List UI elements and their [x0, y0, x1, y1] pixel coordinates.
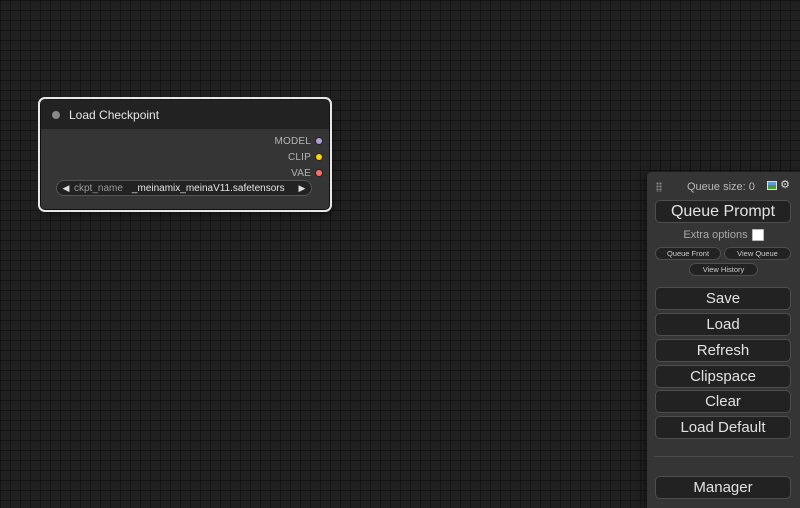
- side-menu: Queue size: 0 ⚙ Queue Prompt Extra optio…: [647, 172, 800, 508]
- extra-options-row: Extra options: [647, 229, 800, 241]
- output-model-label: MODEL: [274, 135, 311, 147]
- menu-divider: [654, 456, 793, 457]
- ckpt-name-combo[interactable]: ◀ ckpt_name _meinamix_meinaV11.safetenso…: [56, 180, 312, 196]
- view-history-button[interactable]: View History: [689, 263, 758, 276]
- save-button[interactable]: Save: [655, 287, 791, 310]
- refresh-button[interactable]: Refresh: [655, 339, 791, 362]
- view-queue-button[interactable]: View Queue: [724, 247, 791, 260]
- output-model-slot[interactable]: [316, 138, 322, 144]
- load-button[interactable]: Load: [655, 313, 791, 336]
- collapse-dot-icon[interactable]: [52, 110, 60, 119]
- output-vae-slot[interactable]: [316, 170, 322, 176]
- clipspace-button[interactable]: Clipspace: [655, 365, 791, 388]
- combo-label: ckpt_name: [74, 182, 123, 194]
- clear-button[interactable]: Clear: [655, 390, 791, 413]
- load-checkpoint-node[interactable]: Load Checkpoint MODEL CLIP VAE ◀ ckpt_na…: [38, 97, 332, 212]
- output-vae: VAE: [291, 165, 322, 181]
- node-title: Load Checkpoint: [69, 107, 160, 122]
- output-clip: CLIP: [288, 149, 322, 165]
- combo-prev-arrow-icon[interactable]: ◀: [59, 183, 73, 194]
- output-clip-slot[interactable]: [316, 154, 322, 160]
- queue-size-label: Queue size: 0: [687, 181, 755, 193]
- drag-handle-icon[interactable]: [656, 182, 662, 192]
- combo-value[interactable]: _meinamix_meinaV11.safetensors: [132, 183, 285, 194]
- queue-front-button[interactable]: Queue Front: [655, 247, 721, 260]
- output-clip-label: CLIP: [287, 151, 311, 163]
- graph-canvas[interactable]: Load Checkpoint MODEL CLIP VAE ◀ ckpt_na…: [0, 0, 800, 508]
- extra-options-checkbox[interactable]: [751, 229, 764, 241]
- menu-icons: ⚙: [767, 180, 790, 191]
- output-model: MODEL: [274, 133, 322, 149]
- output-vae-label: VAE: [291, 167, 311, 179]
- queue-prompt-button[interactable]: Queue Prompt: [655, 200, 791, 223]
- gear-icon[interactable]: ⚙: [780, 180, 790, 191]
- node-outputs: MODEL CLIP VAE: [274, 133, 322, 181]
- combo-next-arrow-icon[interactable]: ▶: [295, 183, 309, 194]
- extra-options-label: Extra options: [683, 229, 748, 241]
- image-icon[interactable]: [767, 180, 778, 190]
- node-header[interactable]: Load Checkpoint: [41, 100, 329, 129]
- load-default-button[interactable]: Load Default: [655, 416, 791, 439]
- manager-button[interactable]: Manager: [655, 476, 791, 499]
